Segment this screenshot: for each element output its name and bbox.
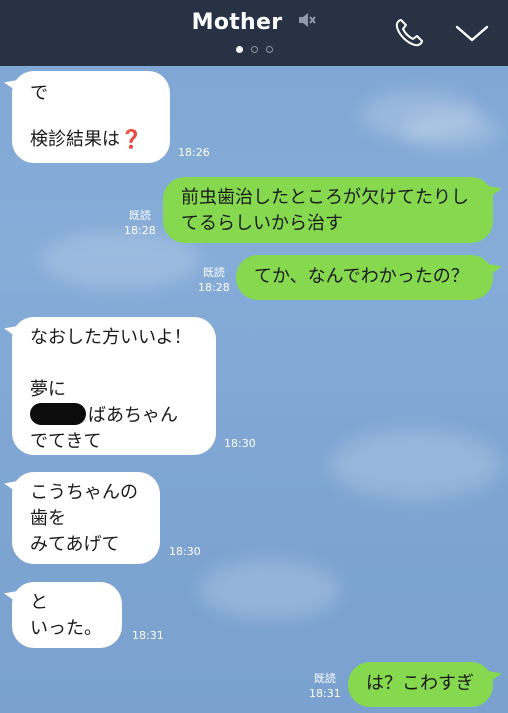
page-indicator [0,46,508,53]
message-text: 歯を [30,508,66,529]
message-text: てか、なんでわかったの？ [254,266,469,287]
message-text: 前虫歯治したところが欠けてたりし [181,187,469,208]
message-meta: 既読 18:28 [124,208,156,238]
outgoing-message[interactable]: 前虫歯治したところが欠けてたりし てるらしいから治す [163,177,493,243]
sky-cloud [330,430,500,500]
message-time: 18:28 [198,281,230,294]
chevron-down-icon[interactable] [454,24,490,48]
phone-icon[interactable] [392,16,426,54]
message-meta: 18:31 [132,628,164,643]
message-meta: 18:26 [178,145,210,160]
message-text: 夢に [30,379,66,400]
message-meta: 18:30 [169,544,201,559]
message-time: 18:31 [309,687,341,700]
message-text: で [30,83,48,104]
message-text: なおした方いいよ！ [30,327,192,348]
message-time: 18:31 [132,629,164,642]
page-dot [265,46,273,53]
message-time: 18:28 [124,224,156,237]
message-text: みてあげて [30,534,120,555]
outgoing-message[interactable]: は？こわすぎ [348,662,493,707]
message-text-row: 検診結果は❓ [30,127,152,153]
message-text: いった。 [30,618,102,639]
message-text-row: ばあちゃん [30,403,198,429]
message-text: 検診結果は [30,129,120,150]
read-receipt: 既読 [313,672,336,685]
question-mark-icon: ❓ [120,129,143,150]
chat-title-area[interactable]: Mother [0,10,508,36]
sky-cloud [400,110,500,150]
incoming-message[interactable]: なおした方いいよ！ 夢に ばあちゃん でてきて [12,317,216,455]
incoming-message[interactable]: で 検診結果は❓ [12,71,170,163]
message-text: でてきて [30,431,102,452]
message-time: 18:30 [224,437,256,450]
read-receipt: 既読 [128,209,151,222]
message-meta: 18:30 [224,436,256,451]
sky-cloud [200,560,340,620]
message-text: は？こわすぎ [366,673,474,694]
message-meta: 既読 18:28 [198,265,230,295]
message-text: と [30,592,48,613]
page-dot [235,46,243,53]
outgoing-message[interactable]: てか、なんでわかったの？ [236,255,493,300]
message-time: 18:26 [178,146,210,159]
chat-header: Mother [0,0,508,66]
redaction-mark [30,403,86,425]
page-dot [250,46,258,53]
message-meta: 既読 18:31 [309,671,341,701]
speaker-muted-icon [296,10,317,36]
message-text: ばあちゃん [88,405,178,426]
chat-title: Mother [191,10,283,35]
message-text: こうちゃんの [30,482,138,503]
incoming-message[interactable]: こうちゃんの 歯を みてあげて [12,472,160,564]
incoming-message[interactable]: と いった。 [12,582,122,648]
message-time: 18:30 [169,545,201,558]
message-text: てるらしいから治す [181,213,343,234]
read-receipt: 既読 [202,266,225,279]
